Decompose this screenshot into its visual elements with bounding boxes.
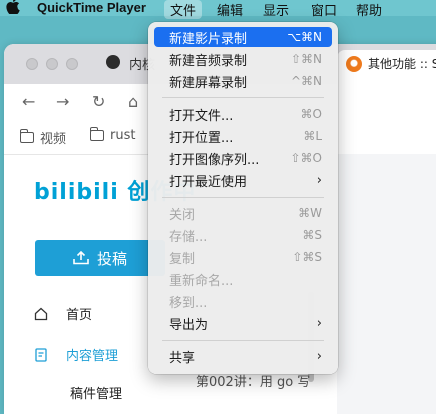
upload-icon <box>73 251 89 265</box>
menu-window[interactable]: 窗口 <box>311 0 337 19</box>
sidebar-item-content[interactable]: 内容管理 <box>34 345 118 364</box>
sidebar-item-label: 首页 <box>66 308 93 323</box>
menu-help[interactable]: 帮助 <box>356 0 382 19</box>
menu-separator <box>162 340 324 341</box>
menu-item-label: 共享 <box>169 350 196 366</box>
menu-item-label: 移到... <box>169 295 208 311</box>
menu-item-label: 新建音频录制 <box>169 53 248 69</box>
shortcut-label: ⌘S <box>302 228 322 242</box>
menu-item-share[interactable]: 共享 › <box>154 346 332 366</box>
menu-item-label: 复制 <box>169 251 196 267</box>
back-icon[interactable]: ← <box>22 92 35 111</box>
menu-item-label: 打开文件... <box>169 108 234 124</box>
close-window-button[interactable] <box>26 58 38 70</box>
menu-item-duplicate[interactable]: 复制 ⇧⌘S <box>154 247 332 267</box>
sidebar-item-home[interactable]: 首页 <box>34 304 92 323</box>
menu-item-new-audio-recording[interactable]: 新建音频录制 ⇧⌘N <box>154 49 332 69</box>
menu-item-label: 新建影片录制 <box>169 31 248 47</box>
folder-icon <box>89 127 104 141</box>
upload-label: 投稿 <box>96 249 127 268</box>
shortcut-label: ⌘L <box>303 129 322 143</box>
bookmark-label: rust <box>110 128 136 143</box>
tab-title-2: 其他功能 :: S <box>368 57 436 71</box>
menu-view[interactable]: 显示 <box>263 0 289 19</box>
bookmark-rust[interactable]: rust <box>89 127 136 143</box>
menu-file[interactable]: 文件 <box>164 0 203 19</box>
shortcut-label: ⇧⌘N <box>290 52 322 66</box>
shortcut-label: ⇧⌘S <box>292 250 322 264</box>
document-icon <box>35 347 47 362</box>
menu-item-label: 打开图像序列... <box>169 152 260 168</box>
forward-icon[interactable]: → <box>56 92 69 111</box>
menu-bar: QuickTime Player 文件 编辑 显示 窗口 帮助 <box>0 0 436 19</box>
home-icon[interactable]: ⌂ <box>128 92 138 111</box>
menu-edit[interactable]: 编辑 <box>217 0 243 19</box>
apple-icon[interactable] <box>6 0 20 18</box>
menu-item-close[interactable]: 关闭 ⌘W <box>154 203 332 223</box>
menu-item-label: 重新命名... <box>169 273 234 289</box>
menu-separator <box>162 97 324 98</box>
reload-icon[interactable]: ↻ <box>92 92 105 111</box>
minimize-window-button[interactable] <box>46 58 58 70</box>
sidebar-item-label: 内容管理 <box>66 349 119 364</box>
shortcut-label: ⌘O <box>300 107 322 121</box>
bookmark-video[interactable]: 视频 <box>19 128 67 147</box>
menu-item-label: 打开最近使用 <box>169 174 248 190</box>
chevron-right-icon: › <box>316 348 322 364</box>
menu-item-label: 新建屏幕录制 <box>169 75 248 91</box>
menu-item-open-image-sequence[interactable]: 打开图像序列... ⇧⌘O <box>154 148 332 168</box>
menu-item-label: 关闭 <box>169 207 196 223</box>
house-icon <box>34 307 48 320</box>
shortcut-label: ⌥⌘N <box>287 30 322 44</box>
chevron-right-icon: › <box>316 315 322 331</box>
menu-item-new-movie-recording[interactable]: 新建影片录制 ⌥⌘N <box>154 27 332 47</box>
sidebar-item-label: 稿件管理 <box>70 387 123 402</box>
zoom-window-button[interactable] <box>66 58 78 70</box>
sidebar-item-manuscripts[interactable]: 稿件管理 <box>70 383 122 402</box>
content-panel <box>337 154 436 414</box>
menu-item-export-as[interactable]: 导出为 › <box>154 313 332 333</box>
folder-icon <box>19 129 34 143</box>
shortcut-label: ^⌘N <box>290 74 322 88</box>
bookmark-label: 视频 <box>40 132 67 147</box>
upload-button[interactable]: 投稿 <box>35 240 165 276</box>
menu-item-open-recent[interactable]: 打开最近使用 › <box>154 170 332 190</box>
menu-item-label: 打开位置... <box>169 130 234 146</box>
menu-item-open-file[interactable]: 打开文件... ⌘O <box>154 104 332 124</box>
file-menu-dropdown: 新建影片录制 ⌥⌘N 新建音频录制 ⇧⌘N 新建屏幕录制 ^⌘N 打开文件...… <box>148 22 338 374</box>
menu-item-label: 存储... <box>169 229 208 245</box>
app-name-menu[interactable]: QuickTime Player <box>37 0 146 15</box>
menu-item-open-location[interactable]: 打开位置... ⌘L <box>154 126 332 146</box>
menu-item-rename[interactable]: 重新命名... <box>154 269 332 289</box>
shortcut-label: ⌘W <box>298 206 322 220</box>
shortcut-label: ⇧⌘O <box>290 151 323 165</box>
menu-item-new-screen-recording[interactable]: 新建屏幕录制 ^⌘N <box>154 71 332 91</box>
github-icon <box>106 55 120 69</box>
menu-item-move-to[interactable]: 移到... <box>154 291 332 311</box>
menu-item-label: 导出为 <box>169 317 209 333</box>
chevron-right-icon: › <box>316 172 322 188</box>
menu-item-save[interactable]: 存储... ⌘S <box>154 225 332 245</box>
menu-separator <box>162 197 324 198</box>
tab-2[interactable]: 其他功能 :: S <box>337 50 436 84</box>
rust-icon <box>346 56 362 72</box>
